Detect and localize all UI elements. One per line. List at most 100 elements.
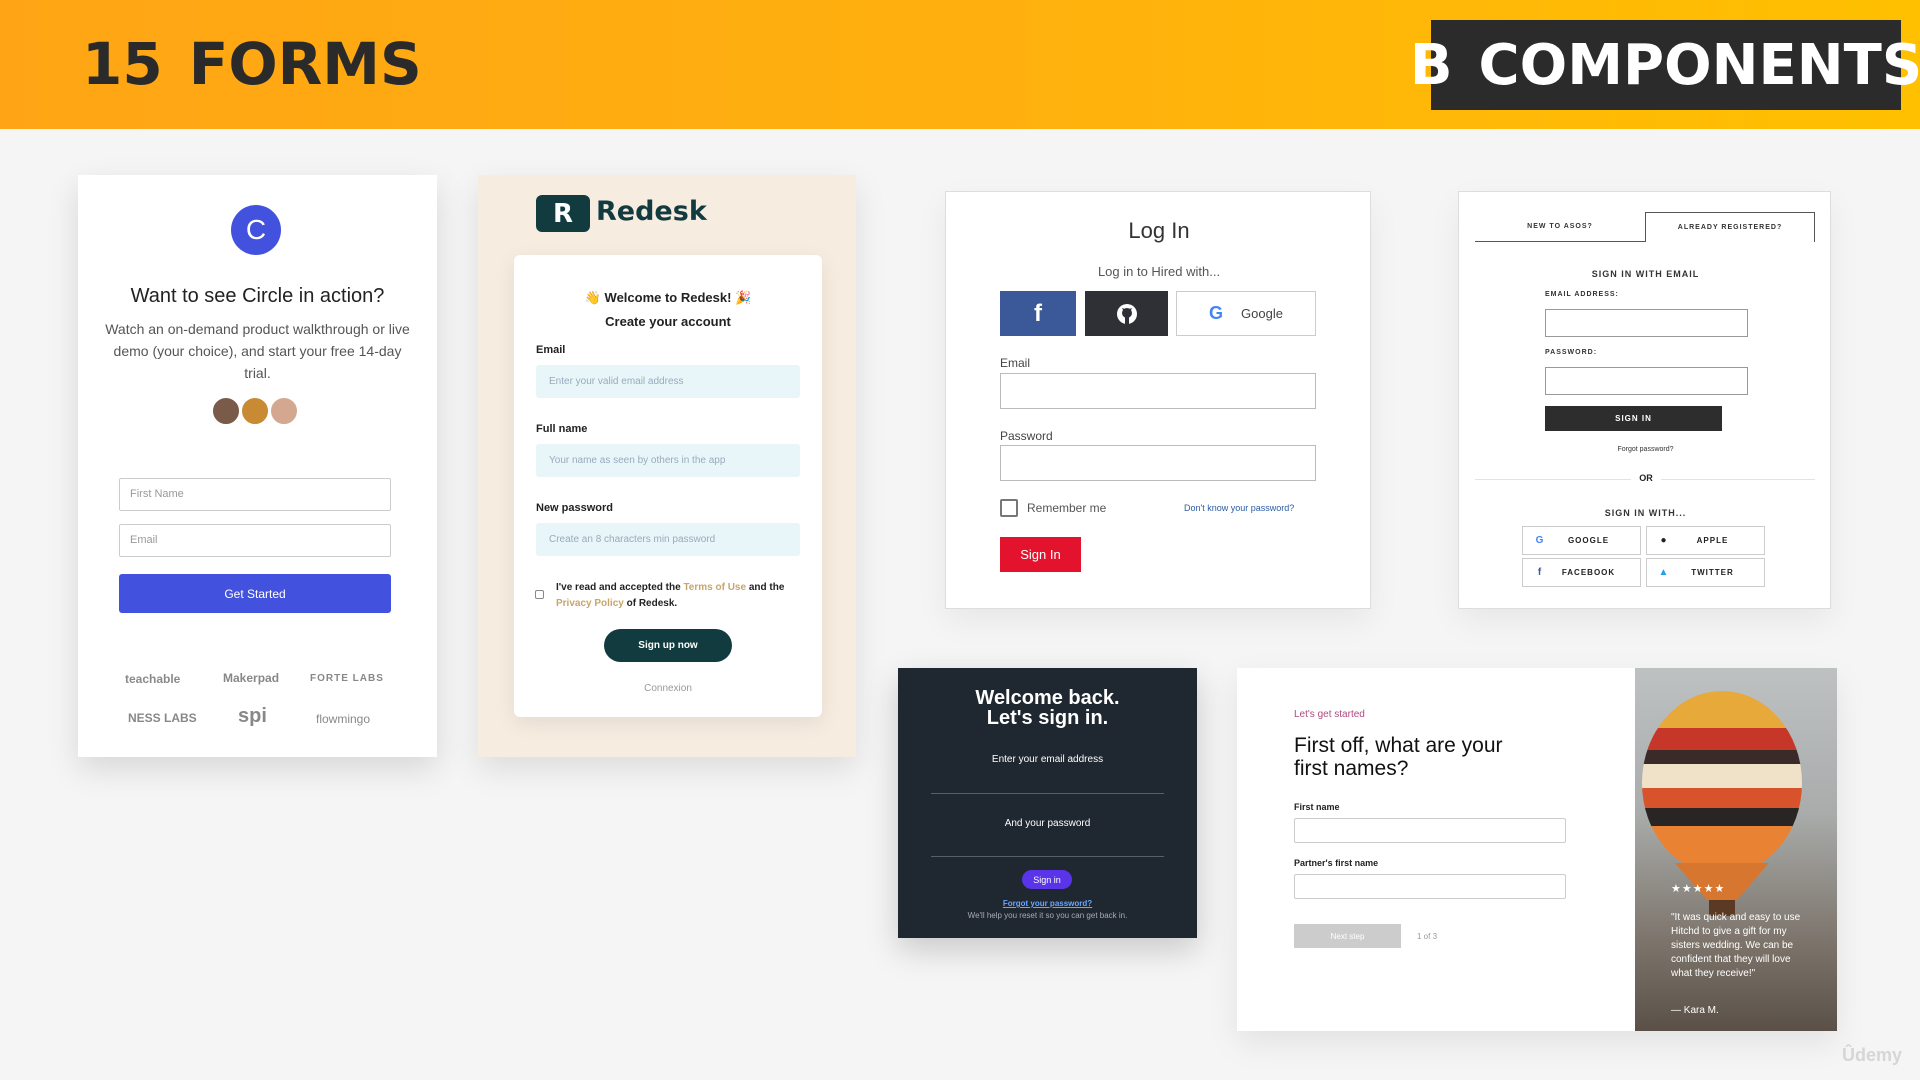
sign-in-button[interactable]: Sign In (1000, 537, 1081, 572)
redesk-signup-card: R Redesk 👋 Welcome to Redesk! 🎉 Create y… (478, 175, 856, 757)
first-name-input[interactable] (1294, 818, 1566, 843)
lecture-title: FORMS (188, 30, 422, 98)
sign-in-with-heading: SIGN IN WITH... (1604, 508, 1687, 518)
terms-text-end: of Redesk. (623, 598, 678, 609)
udemy-watermark: Ûdemy (1842, 1045, 1903, 1065)
redesk-subtitle: Create your account (605, 314, 731, 329)
redesk-form: 👋 Welcome to Redesk! 🎉 Create your accou… (514, 255, 822, 717)
password-label: Password (1000, 429, 1053, 443)
facebook-label: FACEBOOK (1561, 568, 1616, 577)
testimonial-author: — Kara M. (1671, 1005, 1719, 1016)
sign-up-button[interactable]: Sign up now (604, 629, 732, 662)
sign-in-button[interactable]: SIGN IN (1545, 406, 1722, 431)
avatar (269, 396, 299, 426)
first-name-placeholder: First Name (130, 488, 184, 500)
step-counter: 1 of 3 (1417, 932, 1438, 941)
password-input[interactable] (1000, 445, 1316, 481)
apple-icon: ● (1660, 535, 1668, 546)
tab-already-registered[interactable]: ALREADY REGISTERED? (1645, 212, 1815, 242)
balloon-photo: ★★★★★ "It was quick and easy to use Hitc… (1635, 668, 1837, 1031)
tab-new-to-asos[interactable]: NEW TO ASOS? (1475, 212, 1645, 242)
password-input-line[interactable] (931, 856, 1164, 857)
facebook-icon: f (1034, 299, 1042, 327)
github-login-button[interactable] (1085, 291, 1168, 336)
terms-checkbox[interactable] (535, 590, 544, 599)
password-prompt: And your password (1004, 818, 1091, 829)
connexion-link[interactable]: Connexion (514, 683, 822, 694)
google-label: GOOGLE (1567, 536, 1610, 545)
redesk-brand: Redesk (596, 196, 707, 227)
apple-signin-button[interactable]: ● APPLE (1646, 526, 1765, 555)
hired-subtitle: Log in to Hired with... (1097, 264, 1221, 279)
remember-me-label: Remember me (1027, 501, 1107, 515)
circle-logo: C (231, 205, 281, 255)
hired-login-card: Log In Log in to Hired with... f G Google… (945, 191, 1371, 609)
dark-title-line2: Let's sign in. (986, 707, 1109, 729)
twitter-signin-button[interactable]: ▲ TWITTER (1646, 558, 1765, 587)
email-placeholder: Email (130, 534, 158, 546)
hired-title: Log In (1128, 218, 1190, 243)
avatar (211, 396, 241, 426)
circle-description: Watch an on-demand product walkthrough o… (105, 321, 410, 381)
slide-title: 15 FORMS (82, 30, 422, 98)
apple-label: APPLE (1696, 536, 1729, 545)
password-input[interactable] (1545, 367, 1748, 395)
logo-forte-labs: FORTE LABS (310, 673, 384, 684)
full-name-label: Full name (536, 423, 588, 435)
hitchd-heading: First off, what are your first names? (1294, 734, 1503, 780)
email-address-input[interactable] (1545, 309, 1748, 337)
google-signin-button[interactable]: G GOOGLE (1522, 526, 1641, 555)
terms-text-middle: and the (746, 582, 785, 593)
email-prompt: Enter your email address (991, 754, 1104, 765)
get-started-button[interactable]: Get Started (119, 574, 391, 613)
sign-in-button[interactable]: Sign in (1022, 870, 1072, 889)
dark-title: Welcome back. Let's sign in. (898, 688, 1197, 728)
email-label: Email (536, 344, 566, 356)
google-login-button[interactable]: G Google (1176, 291, 1316, 336)
terms-of-use-link[interactable]: Terms of Use (683, 582, 746, 593)
email-input[interactable]: Email (119, 524, 391, 557)
first-name-input[interactable]: First Name (119, 478, 391, 511)
partner-first-name-label: Partner's first name (1294, 858, 1379, 868)
privacy-policy-link[interactable]: Privacy Policy (556, 598, 624, 609)
email-address-label: EMAIL ADDRESS: (1545, 291, 1619, 298)
section-label: B COMPONENTS (1410, 20, 1920, 110)
dark-title-line1: Welcome back. (975, 687, 1120, 709)
logo-flowmingo: flowmingo (316, 712, 371, 726)
section-letter: B (1409, 32, 1453, 98)
facebook-signin-button[interactable]: f FACEBOOK (1522, 558, 1641, 587)
kicker-text: Let's get started (1294, 709, 1365, 720)
section-title: COMPONENTS (1478, 32, 1920, 98)
rating-stars-icon: ★★★★★ (1671, 882, 1726, 895)
logo-makerpad: Makerpad (223, 671, 280, 685)
terms-text-start: I've read and accepted the (556, 582, 684, 593)
testimonial-quote: "It was quick and easy to use Hitchd to … (1671, 912, 1801, 979)
forgot-password-link[interactable]: Don't know your password? (1184, 503, 1294, 513)
full-name-input[interactable]: Your name as seen by others in the app (536, 444, 800, 477)
facebook-login-button[interactable]: f (1000, 291, 1076, 336)
redesk-welcome: 👋 Welcome to Redesk! 🎉 (584, 290, 752, 305)
circle-heading: Want to see Circle in action? (130, 285, 385, 307)
github-icon (1116, 303, 1137, 324)
email-input-line[interactable] (931, 793, 1164, 794)
first-name-label: First name (1294, 802, 1340, 812)
google-icon: G (1535, 535, 1545, 546)
email-label: Email (1000, 356, 1031, 370)
remember-me-checkbox[interactable] (1000, 499, 1018, 517)
redesk-logo-icon: R (536, 195, 590, 232)
forgot-password-link[interactable]: Forgot password? (1459, 446, 1832, 453)
circle-form-card: C Want to see Circle in action? Watch an… (78, 175, 437, 757)
twitter-label: TWITTER (1691, 568, 1734, 577)
partner-first-name-input[interactable] (1294, 874, 1566, 899)
avatar (240, 396, 270, 426)
forgot-password-link[interactable]: Forgot your password? (898, 899, 1197, 908)
dark-signin-card: Welcome back. Let's sign in. Enter your … (898, 668, 1197, 938)
password-label: PASSWORD: (1545, 349, 1598, 356)
reset-help-text: We'll help you reset it so you can get b… (967, 911, 1128, 920)
email-input[interactable] (1000, 373, 1316, 409)
email-input[interactable]: Enter your valid email address (536, 365, 800, 398)
logo-spi: spi (238, 705, 267, 727)
next-step-button[interactable]: Next step (1294, 924, 1401, 948)
new-password-label: New password (536, 502, 614, 514)
new-password-input[interactable]: Create an 8 characters min password (536, 523, 800, 556)
